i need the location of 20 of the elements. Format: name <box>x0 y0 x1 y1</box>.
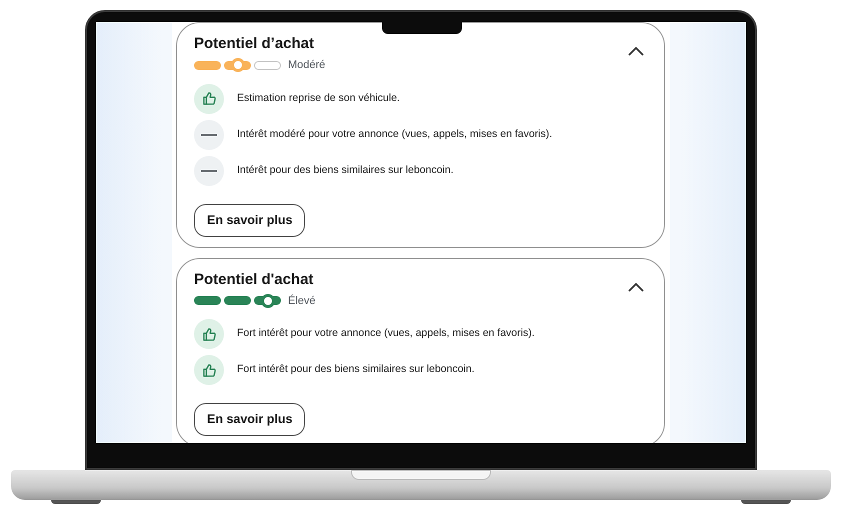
dash-icon <box>201 170 217 172</box>
card-title: Potentiel d’achat <box>194 35 316 53</box>
thumbs-up-icon <box>202 91 216 106</box>
criterion-text: Estimation reprise de son véhicule. <box>237 90 400 106</box>
learn-more-button[interactable]: En savoir plus <box>194 403 306 436</box>
criterion-text: Fort intérêt pour votre annonce (vues, appels, mises en favoris). <box>237 326 535 342</box>
criterion-text: Fort intérêt pour des biens similaires sur leboncoin. <box>237 362 475 378</box>
card-title: Potentiel d'achat <box>194 270 314 288</box>
thumbs-up-icon <box>202 362 216 378</box>
collapse-chevron-icon[interactable] <box>628 282 644 292</box>
criterion-text: Intérêt pour des biens similaires sur leboncoin. <box>237 162 454 178</box>
thumbs-up-icon <box>202 326 216 342</box>
laptop-foot <box>51 500 101 504</box>
rating-label: Élevé <box>288 294 316 308</box>
criterion-text: Intérêt modéré pour votre annonce (vues, appels, mises en favoris). <box>237 126 552 142</box>
learn-more-button[interactable]: En savoir plus <box>194 204 306 236</box>
collapse-chevron-icon[interactable] <box>628 47 644 56</box>
laptop-foot <box>741 500 791 504</box>
rating-label: Modéré <box>288 58 326 73</box>
dash-icon <box>201 134 217 136</box>
